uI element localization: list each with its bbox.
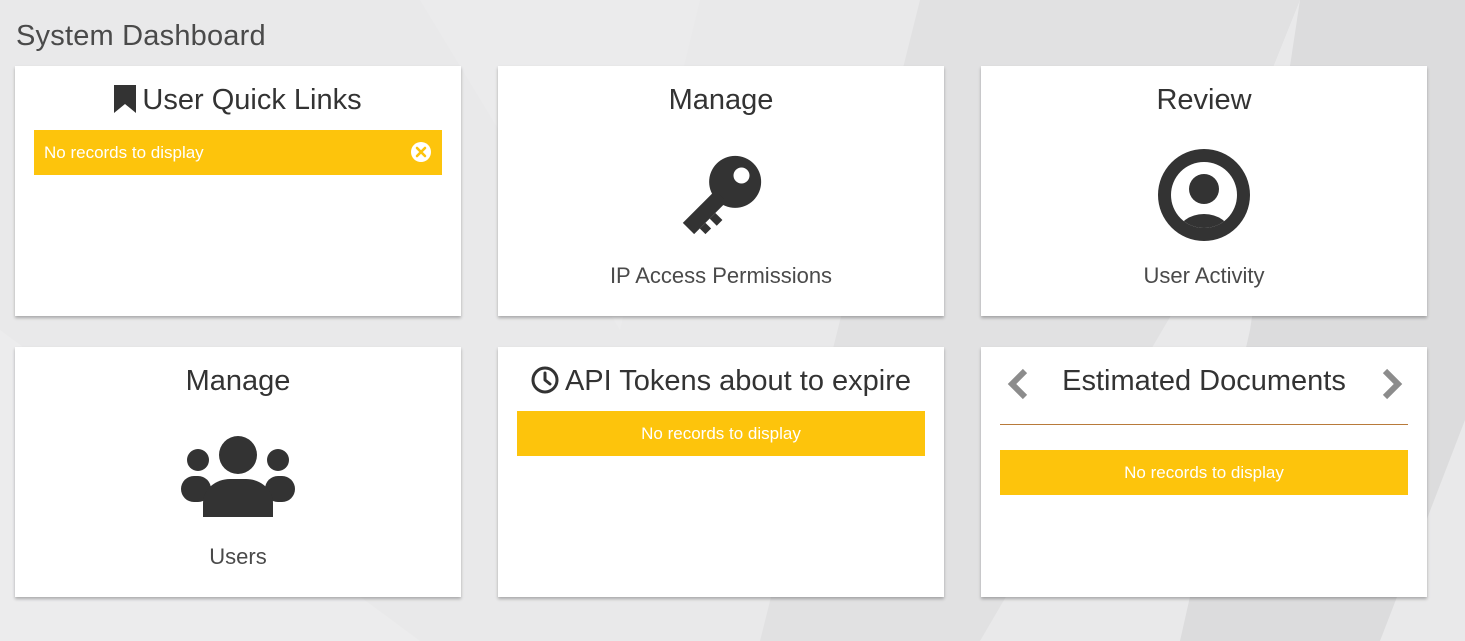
card-caption: User Activity (1143, 263, 1265, 288)
clock-icon (531, 366, 559, 394)
close-circle-icon[interactable] (410, 141, 432, 163)
card-title: Manage (185, 365, 291, 397)
page-title: System Dashboard (16, 20, 266, 52)
card-api-tokens: API Tokens about to expire No records to… (498, 347, 944, 597)
card-title-text: API Tokens about to expire (564, 365, 912, 397)
bookmark-icon (114, 85, 137, 113)
divider (1000, 424, 1408, 425)
alert-text: No records to display (641, 424, 801, 443)
card-title-text: User Quick Links (142, 84, 362, 116)
card-user-activity[interactable]: Review User Activity (981, 66, 1427, 316)
alert-text: No records to display (44, 143, 204, 162)
card-title: Review (1156, 84, 1252, 116)
card-ip-access-permissions[interactable]: Manage IP Access Permissions (498, 66, 944, 316)
users-group-icon (181, 436, 295, 517)
key-icon (682, 155, 762, 235)
no-records-alert: No records to display (517, 411, 925, 456)
user-circle-icon (1158, 149, 1250, 241)
card-title: Manage (668, 84, 774, 116)
card-user-quick-links: User Quick Links No records to display (15, 66, 461, 316)
card-caption: IP Access Permissions (609, 263, 833, 288)
card-title: API Tokens about to expire (498, 364, 944, 398)
card-title: User Quick Links (15, 83, 461, 117)
card-title: Estimated Documents (1062, 365, 1346, 397)
card-users[interactable]: Manage Users (15, 347, 461, 597)
card-estimated-documents: Estimated Documents No records to displa… (981, 347, 1427, 597)
card-caption: Users (209, 544, 267, 569)
chevron-right-icon[interactable] (1379, 368, 1405, 400)
no-records-alert: No records to display (1000, 450, 1408, 495)
no-records-alert: No records to display (34, 130, 442, 175)
alert-text: No records to display (1124, 463, 1284, 482)
